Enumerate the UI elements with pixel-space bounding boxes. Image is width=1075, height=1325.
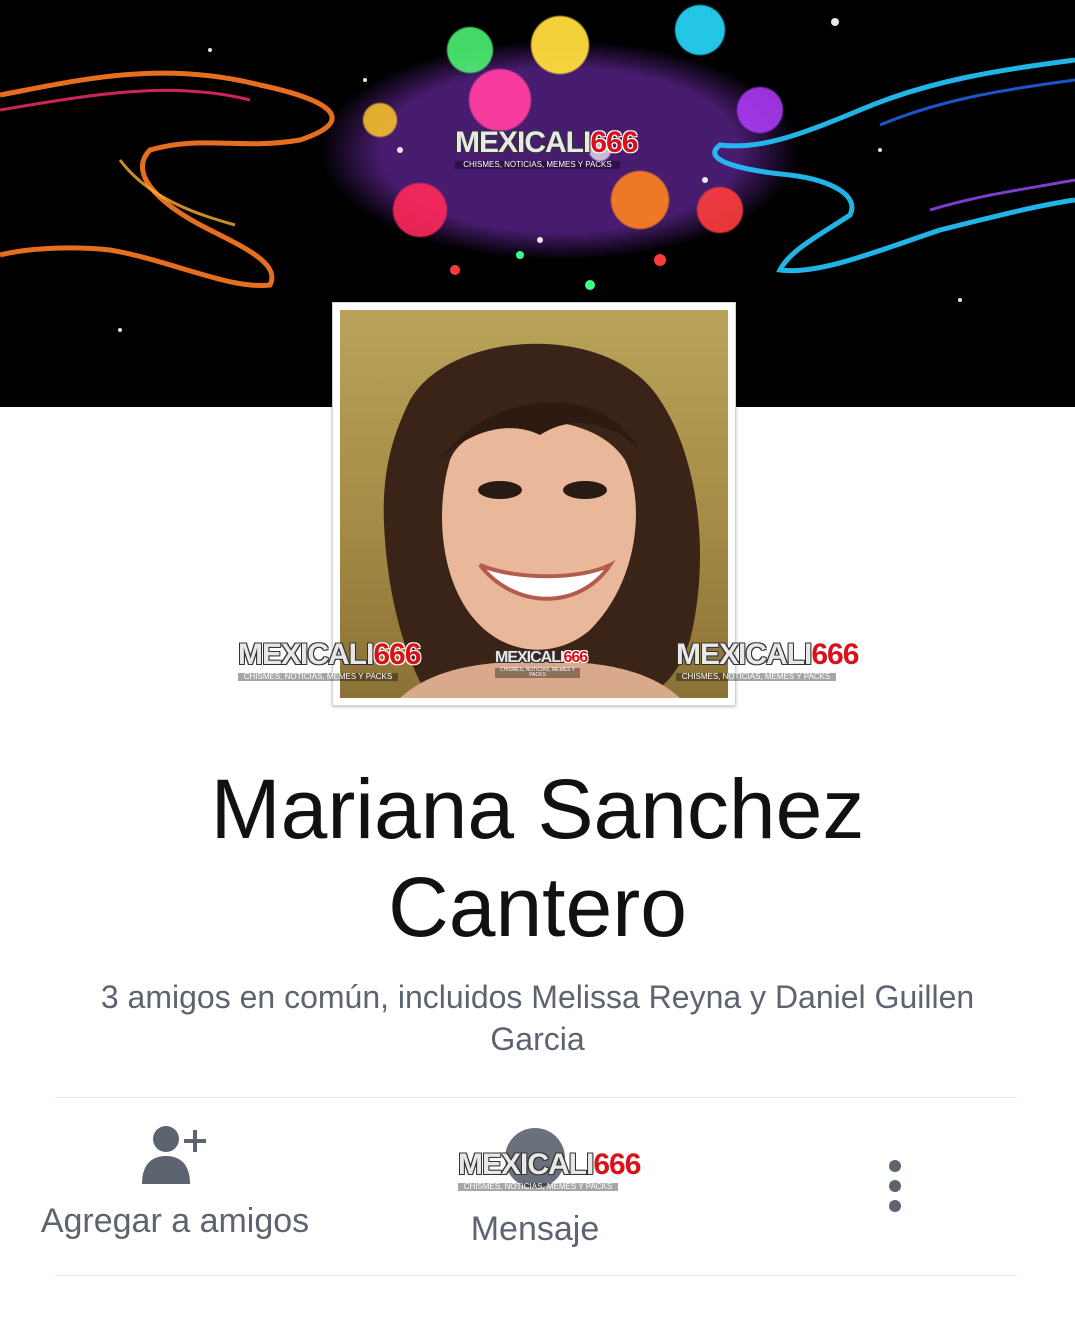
watermark-tagline: CHISMES, NOTICIAS, MEMES Y PACKS [458,1183,618,1191]
divider-top [55,1097,1017,1098]
add-friend-label: Agregar a amigos [40,1202,310,1240]
watermark-tagline: CHISMES, NOTICIAS, MEMES Y PACKS [455,161,620,169]
watermark-number: 666 [811,638,859,671]
avatar-watermark-left: MEXICALI666 CHISMES, NOTICIAS, MEMES Y P… [238,638,421,681]
watermark-number: 666 [593,1148,641,1181]
watermark-brand: MEXICALI [458,1148,594,1181]
add-friend-button[interactable]: Agregar a amigos [20,1122,330,1257]
watermark-brand: MEXICALI [495,649,564,666]
watermark-brand: MEXICALI [238,638,374,671]
watermark-number: 666 [563,649,588,666]
avatar-watermark-center: MEXICALI666 CHISMES, NOTICIAS, MEMES Y P… [495,649,588,678]
watermark-tagline: CHISMES, NOTICIAS, MEMES Y PACKS [238,673,398,681]
profile-name-line1: Mariana Sanchez [210,762,865,856]
add-friend-icon [142,1126,206,1184]
watermark-tagline: CHISMES, NOTICIAS, MEMES Y PACKS [495,668,580,678]
profile-name-line2: Cantero [388,860,687,954]
mutual-friends-text[interactable]: 3 amigos en común, incluidos Melissa Rey… [40,976,1035,1060]
message-watermark: MEXICALI666 CHISMES, NOTICIAS, MEMES Y P… [458,1148,641,1191]
watermark-brand: MEXICALI [455,126,591,159]
more-options-button[interactable] [870,1150,920,1220]
watermark-number: 666 [373,638,421,671]
profile-name: Mariana Sanchez Cantero [0,760,1075,956]
mutual-friends-line1: 3 amigos en común, incluidos Melissa Rey… [100,979,975,1015]
divider-bottom [55,1275,1017,1276]
watermark-brand: MEXICALI [676,638,812,671]
message-button[interactable]: MEXICALI666 CHISMES, NOTICIAS, MEMES Y P… [380,1122,690,1257]
watermark-number: 666 [590,126,638,159]
mutual-friends-line2: Garcia [490,1021,585,1057]
message-label: Mensaje [470,1210,600,1248]
avatar-watermark-right: MEXICALI666 CHISMES, NOTICIAS, MEMES Y P… [676,638,859,681]
watermark-tagline: CHISMES, NOTICIAS, MEMES Y PACKS [676,673,836,681]
cover-watermark: MEXICALI666 CHISMES, NOTICIAS, MEMES Y P… [455,126,638,169]
more-vertical-icon [870,1150,920,1220]
